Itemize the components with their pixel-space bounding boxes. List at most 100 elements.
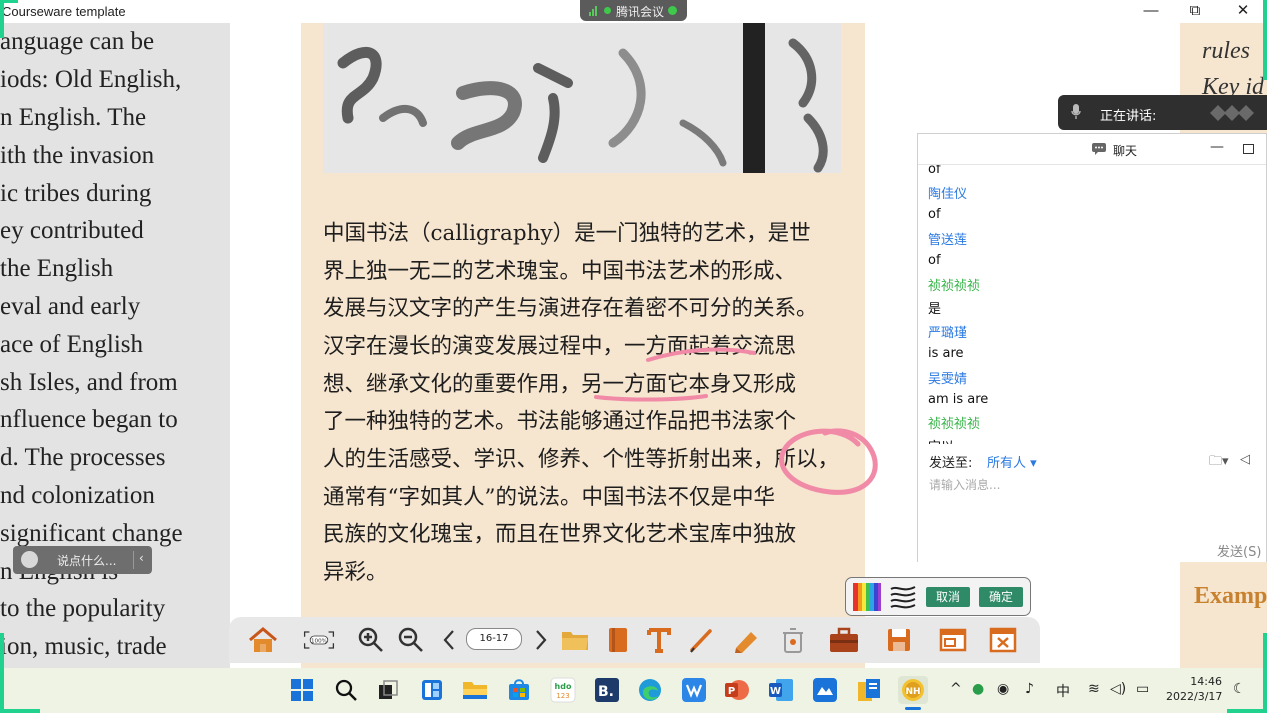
chat-maximize-button[interactable] <box>1243 144 1254 154</box>
clear-button[interactable] <box>777 623 809 657</box>
say-something-input[interactable]: 说点什么... <box>57 552 116 569</box>
save-button[interactable] <box>883 623 915 657</box>
share-border <box>0 633 4 713</box>
b-app-button[interactable]: B. <box>593 676 621 704</box>
eraser-button[interactable] <box>730 623 762 657</box>
home-icon <box>249 627 277 652</box>
volume-icon[interactable]: ◁) <box>1110 681 1126 697</box>
zoom-in-button[interactable] <box>355 623 387 657</box>
divider <box>133 551 134 569</box>
start-button[interactable] <box>288 676 316 704</box>
chat-message-list[interactable]: of 陶佳仪 of 管送莲 of 祯祯祯祯 是 严璐瑾 is are 吴雯婧 a… <box>918 165 1266 444</box>
meeting-status-pill[interactable]: 腾讯会议 <box>580 0 687 21</box>
hdo-app-button[interactable]: hdo 123 <box>549 676 577 704</box>
wechat-tray-icon[interactable]: ● <box>972 681 984 697</box>
chat-message: 定以 <box>928 436 954 444</box>
share-border <box>1263 633 1267 713</box>
minimize-button[interactable]: — <box>1134 1 1168 21</box>
store-button[interactable] <box>505 676 533 704</box>
zoom-out-icon <box>398 627 423 652</box>
chat-sender: 管送莲 <box>928 233 968 248</box>
color-palette-icon[interactable] <box>853 583 881 611</box>
book-button[interactable] <box>602 623 634 657</box>
vpn-app-button[interactable] <box>680 676 708 704</box>
cloud-app-icon <box>813 678 837 702</box>
paragraph-line: 界上独一无二的艺术瑰宝。中国书法艺术的形成、 <box>323 259 797 284</box>
page-indicator[interactable]: 16-17 <box>466 628 522 650</box>
say-something-pill[interactable]: 说点什么... ‹ <box>13 546 152 574</box>
window-title: Courseware template <box>2 4 126 19</box>
file-icon[interactable]: 🗀▾ <box>1209 452 1229 474</box>
pen-tool-button[interactable] <box>686 623 718 657</box>
ime-indicator[interactable]: 中 <box>1056 681 1070 701</box>
emoji-icon[interactable] <box>21 551 38 568</box>
speaking-indicator: 正在讲话: <box>1058 95 1267 130</box>
send-to-label: 发送至: <box>929 456 973 471</box>
system-clock[interactable]: 14:46 2022/3/17 <box>1166 674 1222 704</box>
chat-sender: 祯祯祯祯 <box>928 279 981 294</box>
zoom-fit-button[interactable]: 100% <box>303 623 335 657</box>
window-mode-button[interactable] <box>937 623 969 657</box>
recipient-dropdown[interactable]: 所有人 ▾ <box>987 452 1037 471</box>
paragraph-line: 异彩。 <box>323 560 388 585</box>
word-button[interactable]: W <box>767 676 795 704</box>
powerpoint-button[interactable]: P <box>723 676 751 704</box>
file-explorer-button[interactable] <box>461 676 489 704</box>
text-tool-icon <box>647 628 671 653</box>
chat-minimize-button[interactable]: — <box>1210 139 1224 155</box>
chat-title: 聊天 <box>1113 144 1138 158</box>
document-app-icon <box>858 679 880 701</box>
line-width-icon[interactable] <box>889 583 917 611</box>
left-line: sh Isles, and from <box>0 369 178 396</box>
widgets-button[interactable] <box>418 676 446 704</box>
meeting-app-name: 腾讯会议 <box>616 5 665 19</box>
nh-app-icon: NH <box>902 679 924 701</box>
close-button[interactable]: ✕ <box>1226 1 1260 21</box>
speaker-icon[interactable]: ◁ <box>1240 452 1250 467</box>
left-line: ey contributed <box>0 217 144 244</box>
confirm-button[interactable]: 确定 <box>979 587 1023 607</box>
chat-panel[interactable]: 聊天 — of 陶佳仪 of 管送莲 of 祯祯祯祯 是 严璐瑾 is are … <box>917 133 1267 562</box>
chat-message: of <box>928 165 941 177</box>
right-line: rules <box>1202 38 1250 64</box>
qq-tray-icon[interactable]: ◉ <box>997 681 1009 697</box>
collapse-chevron-icon[interactable]: ‹ <box>139 551 144 565</box>
left-line: ith the invasion <box>0 142 155 169</box>
cancel-button[interactable]: 取消 <box>926 587 970 607</box>
cloud-app-button[interactable] <box>811 676 839 704</box>
edge-button[interactable] <box>636 676 664 704</box>
speaking-label: 正在讲话: <box>1100 109 1157 124</box>
share-border <box>0 709 40 713</box>
chat-sender: 严璐瑾 <box>928 326 968 341</box>
home-button[interactable] <box>247 623 279 657</box>
left-line: anguage can be <box>0 28 155 55</box>
focus-moon-icon[interactable]: ☾ <box>1233 681 1246 697</box>
prev-page-button[interactable] <box>433 623 465 657</box>
battery-icon[interactable]: ▭ <box>1136 681 1149 697</box>
close-book-button[interactable] <box>987 623 1019 657</box>
document-app-button[interactable] <box>855 676 883 704</box>
restore-button[interactable]: ⧉ <box>1178 1 1212 21</box>
task-view-button[interactable] <box>374 676 402 704</box>
zoom-in-icon <box>358 627 383 652</box>
zoom-out-button[interactable] <box>395 623 427 657</box>
left-line: nd colonization <box>0 482 155 509</box>
paragraph-line: 通常有“字如其人”的说法。中国书法不仅是中华 <box>323 485 775 510</box>
store-icon <box>509 679 529 700</box>
text-tool-button[interactable] <box>643 623 675 657</box>
send-button[interactable]: 发送(S) <box>1217 541 1261 560</box>
clock-date: 2022/3/17 <box>1166 690 1223 703</box>
search-button[interactable] <box>332 676 360 704</box>
microphone-tray-icon[interactable]: ♪ <box>1025 681 1034 697</box>
reader-toolbar: 100% 16-17 <box>229 617 1040 663</box>
chat-message-input[interactable]: 请输入消息... <box>929 476 1000 493</box>
paragraph-line: 汉字在漫长的演变发展过程中，一方面起着交流思 <box>323 334 797 359</box>
windows-logo-icon <box>291 679 313 701</box>
windows-taskbar: hdo 123 B. P W NH ^ ● ◉ ♪ 中 ≋ ◁) ▭ 14:46 … <box>0 668 1267 713</box>
next-page-button[interactable] <box>525 623 557 657</box>
briefcase-button[interactable] <box>828 623 860 657</box>
nh-app-button[interactable]: NH <box>898 676 928 704</box>
wifi-icon[interactable]: ≋ <box>1088 681 1100 697</box>
open-folder-button[interactable] <box>559 623 591 657</box>
show-hidden-icons-chevron-icon[interactable]: ^ <box>950 681 962 697</box>
